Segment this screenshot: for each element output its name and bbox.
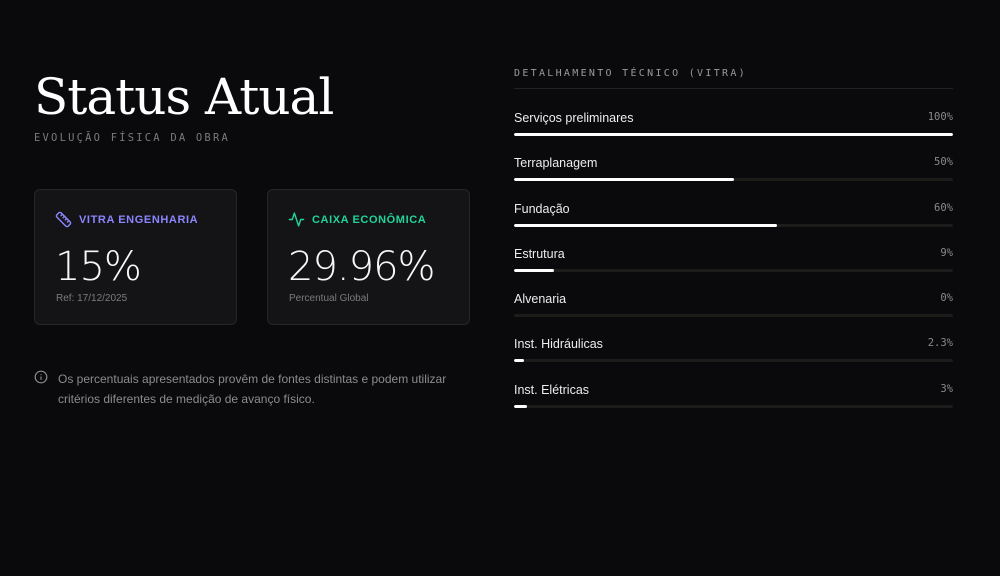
progress-item-percent: 50% — [934, 156, 953, 169]
progress-track — [514, 314, 953, 318]
technical-detail-title: DETALHAMENTO TÉCNICO (VITRA) — [514, 68, 953, 89]
progress-bar — [514, 359, 525, 363]
progress-track — [514, 178, 953, 182]
page-subtitle: EVOLUÇÃO FÍSICA DA OBRA — [34, 132, 230, 144]
progress-bar — [514, 178, 734, 182]
vitra-card-label: VITRA ENGENHARIA — [79, 213, 199, 226]
progress-item: Alvenaria 0% — [514, 292, 953, 337]
progress-item-percent: 0% — [940, 292, 953, 305]
progress-bar — [514, 268, 554, 272]
progress-item: Estrutura 9% — [514, 247, 953, 292]
page-title: Status Atual — [34, 68, 334, 126]
sources-notice: Os percentuais apresentados provêm de fo… — [34, 369, 454, 409]
progress-item-percent: 3% — [940, 382, 953, 395]
progress-item: Serviços preliminares 100% — [514, 111, 953, 156]
progress-item-name: Inst. Elétricas — [514, 382, 590, 397]
progress-track — [514, 359, 953, 363]
caixa-card-value: 29.96% — [288, 244, 436, 290]
progress-item: Terraplanagem 50% — [514, 156, 953, 201]
vitra-card-note: Ref: 17/12/2025 — [56, 293, 128, 304]
caixa-card: CAIXA ECONÔMICA 29.96% Percentual Global — [267, 189, 470, 325]
progress-item-name: Alvenaria — [514, 292, 567, 307]
progress-item-percent: 100% — [927, 111, 953, 123]
progress-bar — [514, 404, 528, 408]
progress-item-percent: 9% — [940, 246, 953, 259]
caixa-card-note: Percentual Global — [289, 293, 369, 304]
progress-bar — [514, 133, 953, 136]
progress-item-name: Inst. Hidráulicas — [514, 337, 603, 352]
vitra-card-value: 15% — [55, 244, 142, 290]
ruler-icon — [55, 211, 72, 228]
vitra-card-header: VITRA ENGENHARIA — [55, 211, 198, 228]
progress-track — [514, 223, 953, 227]
progress-item: Fundação 60% — [514, 202, 953, 247]
progress-item: Inst. Hidráulicas 2.3% — [514, 337, 953, 382]
caixa-card-header: CAIXA ECONÔMICA — [288, 211, 426, 228]
progress-item: Inst. Elétricas 3% — [514, 383, 953, 428]
progress-item-name: Estrutura — [514, 246, 565, 261]
info-icon — [34, 370, 48, 384]
progress-item-name: Serviços preliminares — [514, 111, 634, 125]
progress-list: Serviços preliminares 100% Terraplanagem… — [514, 111, 953, 428]
progress-item-name: Terraplanagem — [514, 156, 598, 171]
status-summary: Status Atual EVOLUÇÃO FÍSICA DA OBRA VIT… — [34, 66, 474, 406]
caixa-card-label: CAIXA ECONÔMICA — [312, 213, 427, 226]
progress-track — [514, 133, 953, 136]
notice-text: Os percentuais apresentados provêm de fo… — [58, 372, 447, 406]
progress-item-percent: 2.3% — [927, 337, 953, 350]
progress-bar — [514, 223, 778, 227]
progress-item-percent: 60% — [934, 201, 953, 214]
technical-detail-panel: DETALHAMENTO TÉCNICO (VITRA) Serviços pr… — [514, 68, 953, 428]
progress-track — [514, 404, 953, 408]
vitra-card: VITRA ENGENHARIA 15% Ref: 17/12/2025 — [34, 189, 237, 325]
progress-track — [514, 268, 953, 272]
activity-pulse-icon — [288, 211, 305, 228]
progress-item-name: Fundação — [514, 201, 570, 216]
status-page: Status Atual EVOLUÇÃO FÍSICA DA OBRA VIT… — [0, 0, 1000, 576]
